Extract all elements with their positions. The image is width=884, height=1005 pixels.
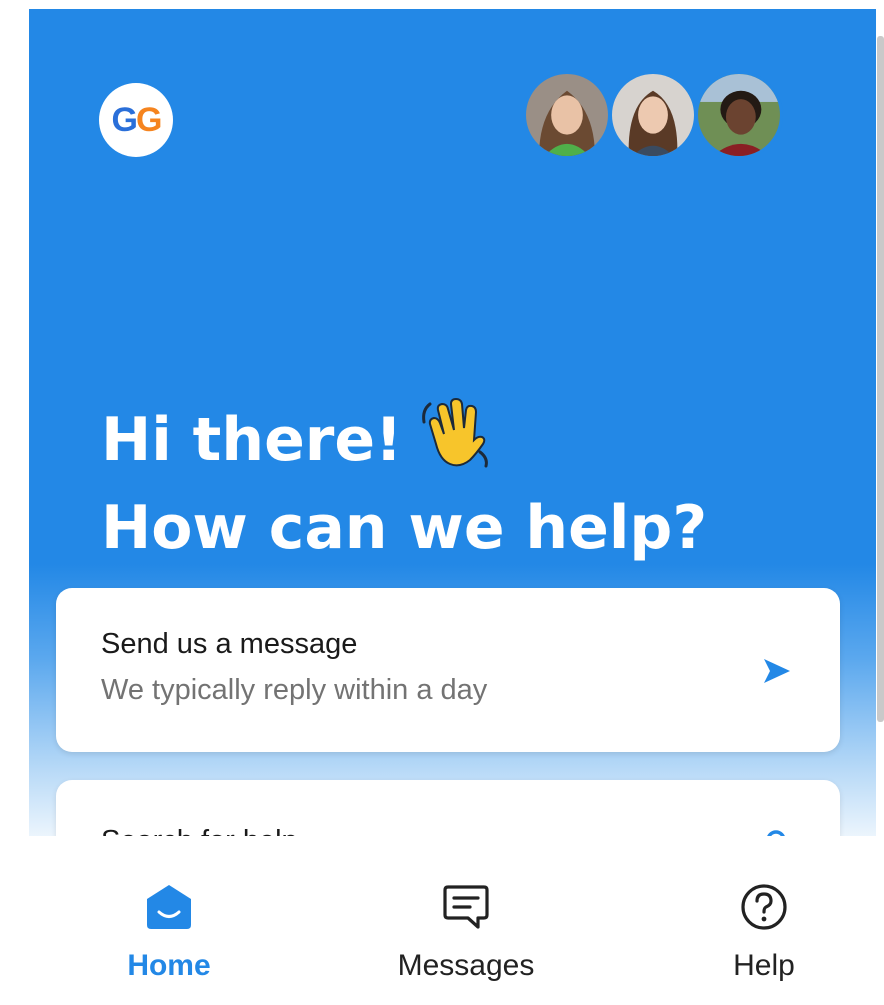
messenger-widget: GG Hi there! How can we help? Send us a … <box>29 9 876 1005</box>
greeting-line-1: Hi there! <box>101 392 707 484</box>
tab-home-label: Home <box>127 949 211 982</box>
avatar <box>695 71 783 159</box>
card-title: Send us a message <box>101 628 358 660</box>
send-icon <box>764 659 790 683</box>
tab-help-label: Help <box>733 949 795 982</box>
tab-help[interactable]: Help <box>664 836 864 1005</box>
avatar-1-image <box>526 74 608 156</box>
bottom-navigation: Home Messages Help <box>29 836 876 1005</box>
logo-letter-orange: G <box>136 100 162 139</box>
help-icon <box>741 884 787 930</box>
card-subtitle: We typically reply within a day <box>101 674 488 706</box>
scrollbar[interactable] <box>877 36 884 722</box>
company-logo: GG <box>99 83 173 157</box>
avatar <box>523 71 611 159</box>
tab-home[interactable]: Home <box>69 836 269 1005</box>
waving-hand-icon <box>422 397 489 468</box>
send-message-card[interactable]: Send us a message We typically reply wit… <box>56 588 840 752</box>
avatar-2-image <box>612 74 694 156</box>
avatar-3-image <box>698 74 780 156</box>
messages-icon <box>443 885 489 929</box>
home-icon <box>147 885 191 929</box>
greeting-headline: Hi there! How can we help? <box>101 392 707 572</box>
logo-letter-blue: G <box>111 100 138 139</box>
tab-messages[interactable]: Messages <box>366 836 566 1005</box>
team-avatars <box>523 71 785 159</box>
avatar <box>609 71 697 159</box>
greeting-text: Hi there! <box>101 405 403 475</box>
greeting-line-2: How can we help? <box>101 493 708 563</box>
tab-messages-label: Messages <box>397 949 535 982</box>
